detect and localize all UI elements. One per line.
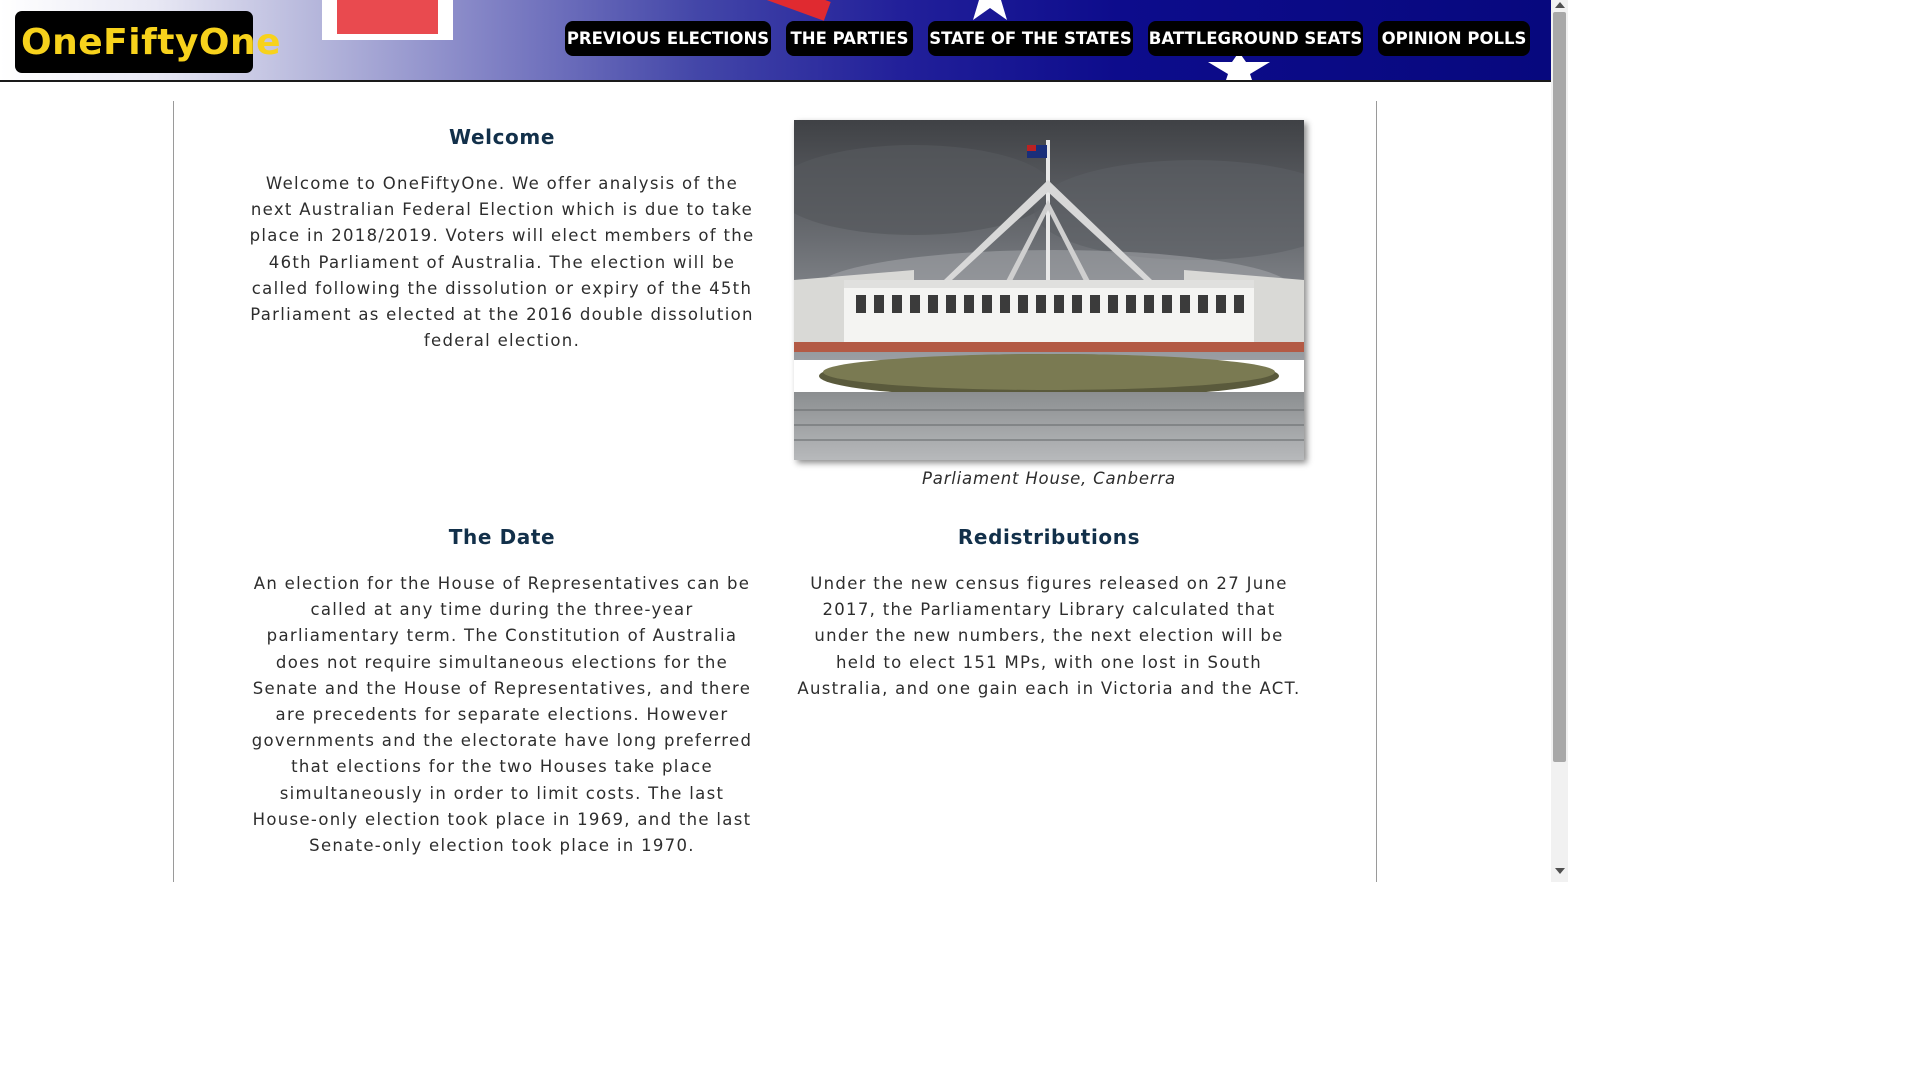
photo-caption: Parliament House, Canberra <box>922 469 1176 488</box>
nav-state-of-the-states[interactable]: STATE OF THE STATES <box>928 21 1133 56</box>
star-icon <box>973 0 1007 20</box>
scroll-down-icon[interactable] <box>1555 868 1565 874</box>
nav-previous-elections[interactable]: PREVIOUS ELECTIONS <box>565 21 771 56</box>
redistributions-title: Redistributions <box>957 525 1141 549</box>
site-logo[interactable]: OneFiftyOne <box>15 11 281 73</box>
date-title: The Date <box>448 525 556 549</box>
scroll-up-icon[interactable] <box>1555 2 1565 8</box>
scrollbar-thumb[interactable] <box>1553 12 1566 762</box>
nav-opinion-polls[interactable]: OPINION POLLS <box>1378 21 1530 56</box>
flag-decoration <box>322 34 453 40</box>
parliament-house-photo <box>794 120 1304 460</box>
flag-decoration <box>739 0 831 21</box>
welcome-section: Welcome Welcome to OneFiftyOne. We offer… <box>246 125 758 354</box>
date-text: An election for the House of Representat… <box>251 574 753 856</box>
welcome-title: Welcome <box>449 125 555 149</box>
redistributions-text: Under the new census figures released on… <box>797 574 1301 698</box>
site-header: OneFiftyOne PREVIOUS ELECTIONS THE PARTI… <box>0 0 1551 82</box>
date-section: The Date An election for the House of Re… <box>246 525 758 859</box>
welcome-text: Welcome to OneFiftyOne. We offer analysi… <box>249 174 755 351</box>
redistributions-section: Redistributions Under the new census fig… <box>794 525 1304 702</box>
nav-the-parties[interactable]: THE PARTIES <box>786 21 913 56</box>
star-icon <box>1208 52 1270 80</box>
parliament-house-image <box>794 120 1304 460</box>
nav-battleground-seats[interactable]: BATTLEGROUND SEATS <box>1148 21 1363 56</box>
flag-decoration <box>337 0 438 38</box>
